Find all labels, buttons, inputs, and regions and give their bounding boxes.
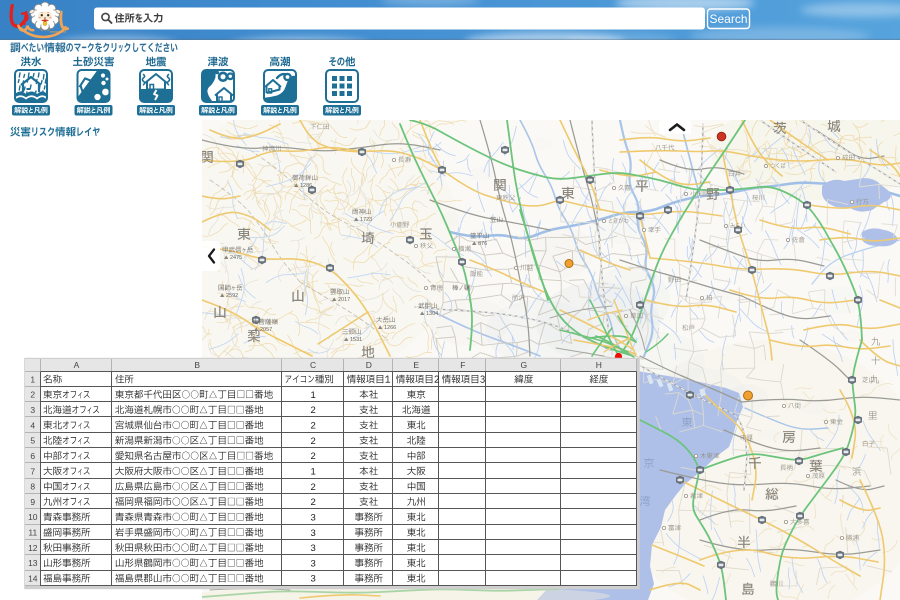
svg-text:1304: 1304 bbox=[426, 311, 438, 317]
svg-text:12: 12 bbox=[28, 543, 38, 553]
svg-text:3: 3 bbox=[310, 543, 315, 554]
svg-text:2: 2 bbox=[310, 405, 315, 416]
svg-text:1286: 1286 bbox=[300, 183, 312, 189]
svg-text:1: 1 bbox=[310, 390, 315, 401]
svg-text:F: F bbox=[460, 360, 465, 370]
svg-text:3: 3 bbox=[310, 574, 315, 585]
svg-text:H: H bbox=[596, 360, 602, 370]
svg-text:3: 3 bbox=[310, 512, 315, 523]
svg-text:2017: 2017 bbox=[338, 297, 350, 303]
svg-text:14: 14 bbox=[28, 574, 38, 584]
svg-text:2: 2 bbox=[310, 421, 315, 432]
svg-text:10: 10 bbox=[28, 512, 38, 522]
svg-text:D: D bbox=[366, 360, 372, 370]
svg-text:3: 3 bbox=[310, 528, 315, 539]
svg-text:2: 2 bbox=[310, 497, 315, 508]
svg-text:13: 13 bbox=[28, 558, 38, 568]
svg-text:B: B bbox=[194, 360, 200, 370]
svg-text:G: G bbox=[520, 360, 527, 370]
svg-text:3: 3 bbox=[310, 558, 315, 569]
svg-text:2: 2 bbox=[310, 451, 315, 462]
svg-text:Search: Search bbox=[709, 12, 747, 26]
svg-text:2: 2 bbox=[30, 390, 35, 400]
svg-text:7: 7 bbox=[30, 466, 35, 476]
svg-text:C: C bbox=[310, 360, 316, 370]
svg-text:2: 2 bbox=[310, 436, 315, 447]
svg-text:1723: 1723 bbox=[360, 217, 372, 223]
svg-text:11: 11 bbox=[28, 528, 37, 538]
svg-text:876: 876 bbox=[478, 241, 487, 247]
svg-text:2057: 2057 bbox=[260, 327, 272, 333]
svg-text:1: 1 bbox=[310, 467, 315, 478]
svg-text:1: 1 bbox=[30, 374, 35, 384]
svg-text:8: 8 bbox=[30, 482, 35, 492]
svg-text:1531: 1531 bbox=[350, 337, 362, 343]
svg-text:4: 4 bbox=[30, 420, 35, 430]
svg-text:2: 2 bbox=[310, 482, 315, 493]
svg-text:A: A bbox=[74, 360, 80, 370]
svg-text:5: 5 bbox=[30, 436, 35, 446]
svg-text:3: 3 bbox=[30, 405, 35, 415]
svg-text:E: E bbox=[413, 360, 419, 370]
svg-text:6: 6 bbox=[30, 451, 35, 461]
svg-text:2475: 2475 bbox=[230, 255, 242, 261]
svg-text:2592: 2592 bbox=[226, 293, 238, 299]
svg-text:1266: 1266 bbox=[384, 325, 396, 331]
svg-text:9: 9 bbox=[30, 497, 35, 507]
